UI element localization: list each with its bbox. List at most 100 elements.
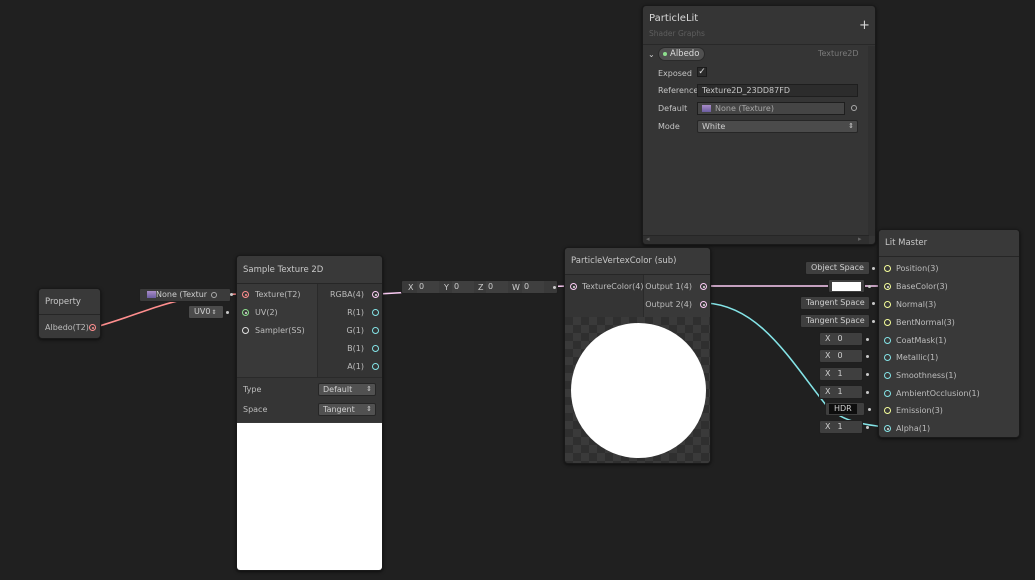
property-pill[interactable]: Albedo [658,47,705,61]
output2-port[interactable] [700,301,707,308]
rgba-output-label: RGBA(4) [329,290,364,299]
texture-input-label: Texture(T2) [255,290,301,299]
checkmark-icon: ✓ [698,67,706,77]
property-output-label: Albedo(T2) [45,323,89,332]
smoothness-field[interactable]: X1 [819,367,863,381]
basecolor-label: BaseColor(3) [896,282,948,291]
texture-input-port[interactable] [242,291,249,298]
property-pill-label: Albedo [670,49,700,59]
sample-texture-2d-node[interactable]: Sample Texture 2D Texture(T2) UV(2) Samp… [236,255,383,571]
ao-label: AmbientOcclusion(1) [896,389,980,398]
ao-port[interactable] [884,390,891,397]
vertex-color-preview [565,317,710,463]
basecolor-port[interactable] [884,283,891,290]
r-output-label: R(1) [347,308,364,317]
object-picker-icon[interactable] [851,105,857,111]
alpha-field[interactable]: X1 [819,420,863,434]
emission-port[interactable] [884,407,891,414]
coatmask-field[interactable]: X0 [819,332,863,346]
metallic-label: Metallic(1) [896,353,939,362]
default-texture-value: None (Texture) [715,104,774,113]
normal-label: Normal(3) [896,300,937,309]
property-node-title: Property [39,289,100,315]
sampler-input-port[interactable] [242,327,249,334]
a-output-label: A(1) [347,362,364,371]
property-node[interactable]: Property Albedo(T2) [38,288,101,339]
blackboard-panel[interactable]: ParticleLit Shader Graphs + ⌄ Albedo Tex… [642,5,876,245]
vector-x-field[interactable]: 0 [417,281,439,293]
vector4-inline-field[interactable]: X 0 Y 0 Z 0 W 0 [401,280,558,294]
bentnormal-label: BentNormal(3) [896,318,955,327]
emission-label: Emission(3) [896,406,943,415]
position-label: Position(3) [896,264,939,273]
vector-z-field[interactable]: 0 [486,281,508,293]
lit-master-title: Lit Master [879,230,1019,257]
bentnormal-space-field[interactable]: Tangent Space [800,314,870,328]
mode-label: Mode [658,122,680,131]
position-space-field[interactable]: Object Space [805,261,870,275]
basecolor-color-field[interactable] [828,279,865,293]
output1-port[interactable] [700,283,707,290]
vertex-color-title: ParticleVertexColor (sub) [565,248,710,275]
horizontal-scrollbar[interactable]: ◂ ▸ [643,235,869,244]
default-texture-field[interactable]: None (Texture) [697,102,845,115]
reference-input[interactable]: Texture2D_23DD87FD [697,84,858,97]
texturecolor-input-port[interactable] [570,283,577,290]
scroll-left-icon[interactable]: ◂ [646,235,650,243]
coatmask-port[interactable] [884,337,891,344]
blackboard-title: ParticleLit [649,13,699,24]
property-pill-dot-icon [663,52,667,56]
basecolor-swatch [832,282,861,291]
type-label: Type [243,385,262,394]
ao-field[interactable]: X1 [819,385,863,399]
vector-w-field[interactable]: 0 [522,281,544,293]
bentnormal-port[interactable] [884,319,891,326]
exposed-checkbox[interactable]: ✓ [697,67,707,77]
uv-input-label: UV(2) [255,308,278,317]
normal-port[interactable] [884,301,891,308]
r-output-port[interactable] [372,309,379,316]
position-port[interactable] [884,265,891,272]
alpha-port[interactable] [884,425,891,432]
smoothness-port[interactable] [884,372,891,379]
g-output-label: G(1) [346,326,364,335]
type-dropdown[interactable]: Default ⇕ [318,383,376,396]
space-dropdown[interactable]: Tangent ⇕ [318,403,376,416]
reference-label: Reference [658,86,699,95]
lit-master-node[interactable]: Lit Master Position(3) BaseColor(3) Norm… [878,229,1020,438]
mode-dropdown[interactable]: White ⇕ [697,120,858,133]
output1-label: Output 1(4) [645,282,692,291]
g-output-port[interactable] [372,327,379,334]
emission-hdr-field[interactable]: HDR [825,402,865,416]
uv-inline-dropdown[interactable]: UV0⇕ [188,305,224,319]
uv-input-port[interactable] [242,309,249,316]
b-output-label: B(1) [347,344,364,353]
scrollbar-track[interactable] [868,46,875,236]
dropdown-arrows-icon: ⇕ [848,122,854,130]
b-output-port[interactable] [372,345,379,352]
scroll-right-icon[interactable]: ▸ [858,235,862,243]
metallic-field[interactable]: X0 [819,349,863,363]
texture-thumbnail-icon [147,291,156,298]
add-property-button[interactable]: + [859,18,870,33]
coatmask-label: CoatMask(1) [896,336,947,345]
property-output-port[interactable] [89,324,96,331]
dropdown-arrows-icon: ⇕ [366,385,372,393]
particle-vertex-color-node[interactable]: ParticleVertexColor (sub) TextureColor(4… [564,247,711,464]
metallic-port[interactable] [884,354,891,361]
mode-value: White [702,122,726,131]
sample-texture-title: Sample Texture 2D [237,256,382,284]
texture-preview [237,423,382,570]
vector-y-field[interactable]: 0 [452,281,474,293]
collapse-arrow-icon[interactable]: ⌄ [648,50,655,59]
sampler-input-label: Sampler(SS) [255,326,305,335]
object-picker-icon[interactable] [211,292,217,298]
rgba-output-port[interactable] [372,291,379,298]
texturecolor-input-label: TextureColor(4) [582,282,644,291]
default-label: Default [658,104,688,113]
normal-space-field[interactable]: Tangent Space [800,296,870,310]
texture-inline-field[interactable]: None (Textur [139,288,231,302]
blackboard-subtitle: Shader Graphs [649,29,705,38]
a-output-port[interactable] [372,363,379,370]
texture-thumbnail-icon [702,105,711,112]
